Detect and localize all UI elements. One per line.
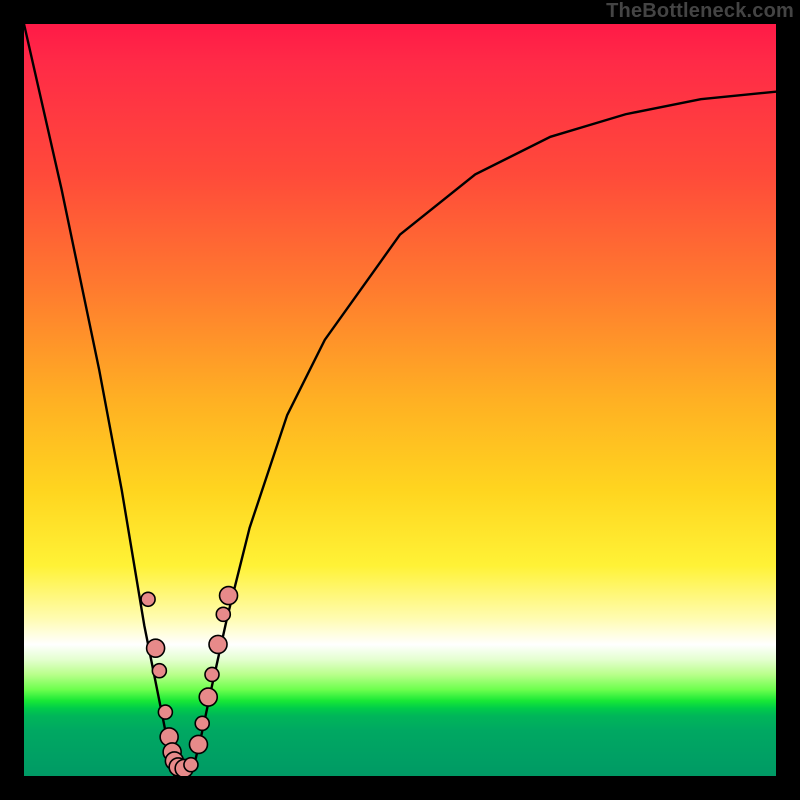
curve-marker [216, 607, 230, 621]
curve-marker [141, 592, 155, 606]
curve-marker [189, 735, 207, 753]
plot-area [24, 24, 776, 776]
chart-frame: TheBottleneck.com [0, 0, 800, 800]
curve-marker [152, 664, 166, 678]
curve-marker [195, 716, 209, 730]
curve-marker [220, 587, 238, 605]
curve-marker [147, 639, 165, 657]
curve-layer [24, 24, 776, 776]
curve-marker [205, 667, 219, 681]
bottleneck-curve [24, 24, 776, 776]
curve-marker [199, 688, 217, 706]
curve-marker [209, 635, 227, 653]
watermark-text: TheBottleneck.com [606, 0, 794, 23]
curve-marker [158, 705, 172, 719]
curve-marker [184, 758, 198, 772]
